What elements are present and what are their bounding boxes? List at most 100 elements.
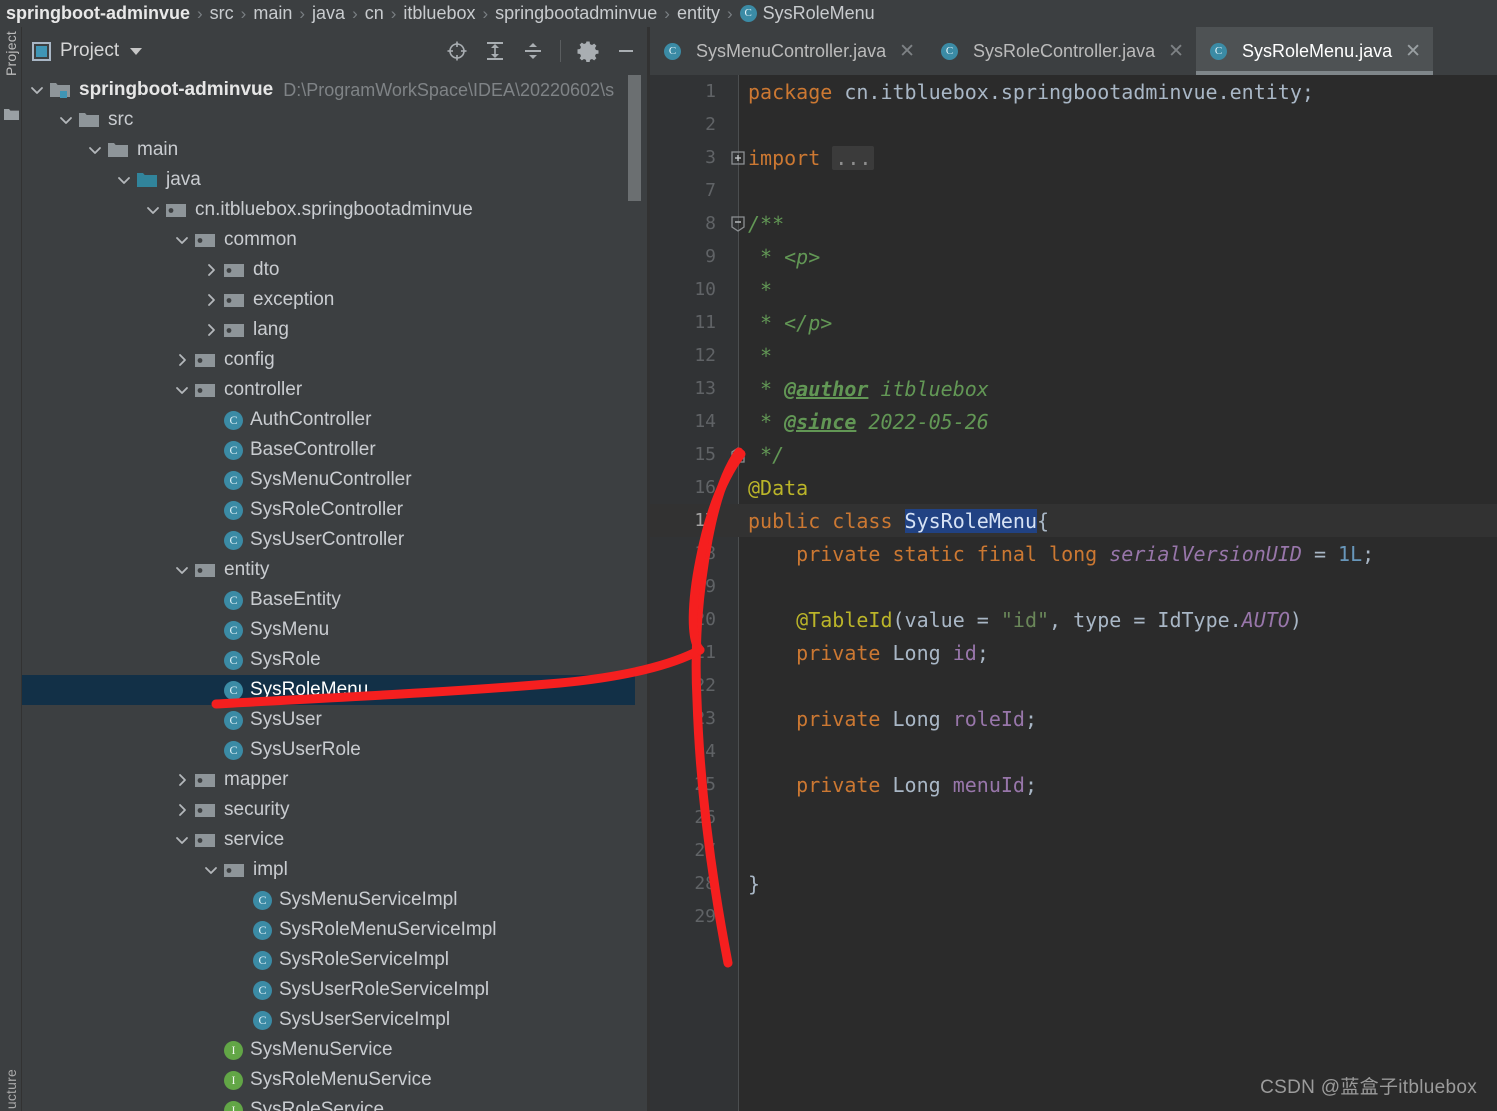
chevron-down-icon[interactable] (130, 47, 143, 55)
tree-node[interactable]: C SysRole (22, 645, 647, 675)
tree-node[interactable]: C BaseController (22, 435, 647, 465)
fold-end-icon[interactable] (730, 446, 746, 463)
tree-node[interactable]: C BaseEntity (22, 585, 647, 615)
code-line[interactable]: 21 private Long id; (650, 636, 1497, 669)
breadcrumb-item-itbluebox[interactable]: itbluebox (403, 3, 475, 24)
code-line[interactable]: 14 * @since 2022-05-26 (650, 405, 1497, 438)
tool-window-button-project[interactable]: Project (3, 31, 19, 76)
breadcrumb-item-sysrolemenu[interactable]: C SysRoleMenu (739, 3, 875, 24)
expand-all-icon[interactable] (484, 40, 506, 62)
code-line[interactable]: 23 private Long roleId; (650, 702, 1497, 735)
fold-expand-icon[interactable] (730, 150, 746, 166)
editor-tab-active[interactable]: C SysRoleMenu.java ✕ (1196, 27, 1434, 75)
fold-collapse-icon[interactable] (730, 215, 746, 232)
tool-window-button-structure[interactable]: ucture (3, 1069, 19, 1109)
code-line[interactable]: 10 * (650, 273, 1497, 306)
code-line[interactable]: 16 @Data (650, 471, 1497, 504)
tree-node[interactable]: security (22, 795, 647, 825)
tree-node[interactable]: config (22, 345, 647, 375)
tree-node[interactable]: cn.itbluebox.springbootadminvue (22, 195, 647, 225)
tree-node[interactable]: mapper (22, 765, 647, 795)
breadcrumb-item-springboot-adminvue[interactable]: springboot-adminvue (6, 3, 190, 24)
breadcrumb-item-java[interactable]: java (312, 3, 345, 24)
code-line[interactable]: 29 (650, 900, 1497, 933)
chevron-right-icon[interactable] (171, 349, 193, 371)
close-icon[interactable]: ✕ (899, 42, 915, 61)
chevron-right-icon[interactable] (171, 799, 193, 821)
tree-node[interactable]: I SysMenuService (22, 1035, 647, 1065)
tree-node[interactable]: C SysMenu (22, 615, 647, 645)
chevron-down-icon[interactable] (171, 559, 193, 581)
project-panel-title-group[interactable]: Project (32, 40, 143, 62)
project-panel-scrollbar[interactable] (628, 75, 641, 201)
code-line[interactable]: 22 (650, 669, 1497, 702)
breadcrumb-item-entity[interactable]: entity (677, 3, 720, 24)
code-line[interactable]: 27 (650, 834, 1497, 867)
code-lines[interactable]: 1 package cn.itbluebox.springbootadminvue… (650, 75, 1497, 933)
code-line[interactable]: 9 * <p> (650, 240, 1497, 273)
tree-node[interactable]: C SysUserRoleServiceImpl (22, 975, 647, 1005)
code-line[interactable]: 18 private static final long serialVersi… (650, 537, 1497, 570)
chevron-down-icon[interactable] (142, 199, 164, 221)
tree-node[interactable]: C SysUser (22, 705, 647, 735)
tree-node[interactable]: C SysMenuController (22, 465, 647, 495)
tree-node[interactable]: I SysRoleService (22, 1095, 647, 1111)
code-line[interactable]: 13 * @author itbluebox (650, 372, 1497, 405)
code-line[interactable]: 19 (650, 570, 1497, 603)
code-line[interactable]: 12 * (650, 339, 1497, 372)
tree-node[interactable]: java (22, 165, 647, 195)
editor-tab[interactable]: C SysMenuController.java ✕ (650, 27, 928, 75)
project-tree[interactable]: springboot-adminvue D:\ProgramWorkSpace\I… (22, 75, 647, 1111)
code-editor[interactable]: 1 package cn.itbluebox.springbootadminvue… (650, 75, 1497, 1111)
code-line[interactable]: 7 (650, 174, 1497, 207)
tree-node[interactable]: common (22, 225, 647, 255)
tree-node[interactable]: src (22, 105, 647, 135)
tree-node[interactable]: C AuthController (22, 405, 647, 435)
chevron-down-icon[interactable] (55, 109, 77, 131)
chevron-down-icon[interactable] (200, 859, 222, 881)
tree-node[interactable]: C SysRoleController (22, 495, 647, 525)
tree-node-selected[interactable]: C SysRoleMenu (22, 675, 635, 705)
collapse-all-icon[interactable] (522, 40, 544, 62)
code-line[interactable]: 20 @TableId(value = "id", type = IdType.… (650, 603, 1497, 636)
chevron-down-icon[interactable] (171, 829, 193, 851)
breadcrumb-item-main[interactable]: main (253, 3, 292, 24)
tree-node[interactable]: controller (22, 375, 647, 405)
tree-node[interactable]: I SysRoleMenuService (22, 1065, 647, 1095)
close-icon[interactable]: ✕ (1405, 42, 1421, 61)
code-line[interactable]: 25 private Long menuId; (650, 768, 1497, 801)
chevron-down-icon[interactable] (113, 169, 135, 191)
tree-node[interactable]: C SysUserController (22, 525, 647, 555)
code-line[interactable]: 8 /** (650, 207, 1497, 240)
chevron-down-icon[interactable] (171, 229, 193, 251)
select-opened-file-icon[interactable] (446, 40, 468, 62)
close-icon[interactable]: ✕ (1168, 42, 1184, 61)
editor-tab[interactable]: C SysRoleController.java ✕ (927, 27, 1197, 75)
chevron-down-icon[interactable] (171, 379, 193, 401)
settings-gear-icon[interactable] (577, 40, 599, 63)
tree-node[interactable]: dto (22, 255, 647, 285)
tree-node[interactable]: C SysMenuServiceImpl (22, 885, 647, 915)
tree-node[interactable]: exception (22, 285, 647, 315)
tree-node[interactable]: C SysRoleServiceImpl (22, 945, 647, 975)
chevron-right-icon[interactable] (200, 259, 222, 281)
code-line[interactable]: 11 * </p> (650, 306, 1497, 339)
breadcrumb-item-cn[interactable]: cn (365, 3, 384, 24)
code-line[interactable]: 1 package cn.itbluebox.springbootadminvue… (650, 75, 1497, 108)
breadcrumb[interactable]: springboot-adminvue › src › main › java › cn › itb… (0, 0, 1497, 27)
chevron-right-icon[interactable] (171, 769, 193, 791)
chevron-right-icon[interactable] (200, 289, 222, 311)
code-line[interactable]: 2 (650, 108, 1497, 141)
breadcrumb-item-springbootadminvue[interactable]: springbootadminvue (495, 3, 657, 24)
tree-node[interactable]: service (22, 825, 647, 855)
code-line[interactable]: 26 (650, 801, 1497, 834)
chevron-down-icon[interactable] (26, 79, 48, 101)
tree-node[interactable]: main (22, 135, 647, 165)
code-line[interactable]: 17 public class SysRoleMenu{ (650, 504, 1497, 537)
tree-node[interactable]: C SysUserServiceImpl (22, 1005, 647, 1035)
code-line[interactable]: 24 (650, 735, 1497, 768)
tree-node[interactable]: lang (22, 315, 647, 345)
code-line[interactable]: 15 */ (650, 438, 1497, 471)
code-line[interactable]: 28} (650, 867, 1497, 900)
tree-node[interactable]: impl (22, 855, 647, 885)
